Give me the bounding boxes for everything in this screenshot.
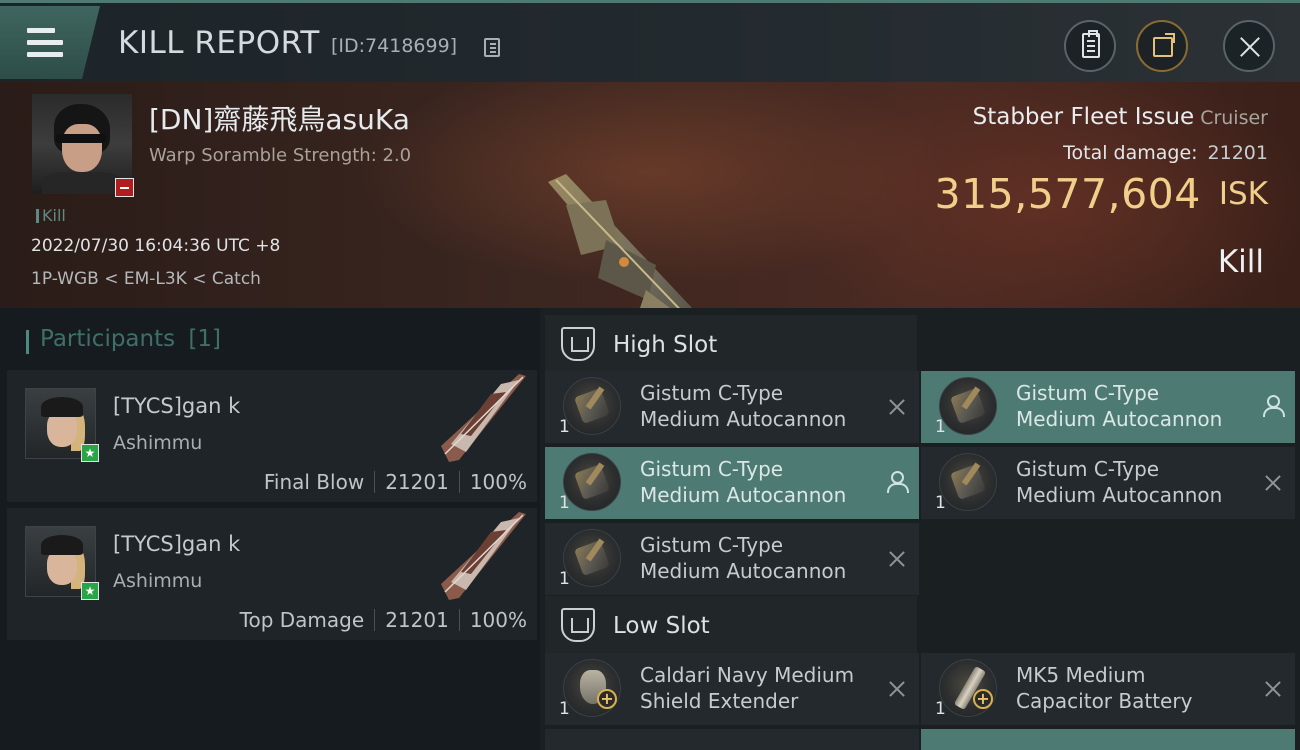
page-title: KILL REPORT [118, 25, 320, 61]
plus-icon: + [973, 689, 993, 709]
module-quantity: 1 [935, 417, 946, 437]
module-name: Gistum C-Type Medium Autocannon [640, 381, 847, 431]
participant-stats: Top Damage 21201 100% [240, 608, 527, 632]
clipboard-button[interactable] [1064, 20, 1116, 72]
module-name: Gistum C-Type Medium Autocannon [1016, 381, 1223, 431]
kill-result: Kill [1217, 244, 1264, 280]
module-quantity: 1 [935, 699, 946, 719]
high-slot-icon [561, 327, 595, 361]
menu-button[interactable] [0, 6, 100, 79]
isk-value-row: 315,577,604 ISK [935, 170, 1269, 218]
plus-icon: + [597, 689, 617, 709]
autocannon-icon [563, 453, 621, 511]
participant-damage: 21201 [385, 470, 449, 494]
total-damage-value: 21201 [1207, 142, 1268, 164]
participant-card[interactable]: ★ [TYCS]gan k Ashimmu Final Blow 21201 100… [7, 370, 537, 502]
ship-name[interactable]: Stabber Fleet Issue [973, 104, 1195, 130]
capacitor-battery-icon [939, 659, 997, 717]
participant-damage: 21201 [385, 608, 449, 632]
autocannon-icon [563, 529, 621, 587]
autocannon-icon [563, 377, 621, 435]
destroyed-icon [1263, 679, 1283, 699]
clipboard-icon [1082, 30, 1100, 58]
participant-name[interactable]: [TYCS]gan k [113, 394, 240, 418]
module-item-partial[interactable] [545, 729, 919, 750]
module-item[interactable]: 1 Gistum C-Type Medium Autocannon [545, 523, 919, 595]
copy-icon[interactable] [484, 38, 500, 57]
module-item[interactable]: 1 Gistum C-Type Medium Autocannon [545, 447, 919, 519]
module-quantity: 1 [935, 493, 946, 513]
module-name: MK5 Medium Capacitor Battery [1016, 663, 1193, 713]
participants-count: [1] [188, 326, 222, 352]
ship-class: Cruiser [1200, 107, 1268, 129]
dropped-person-icon [1263, 395, 1285, 417]
module-name: Caldari Navy Medium Shield Extender [640, 663, 855, 713]
destroyed-icon [1263, 473, 1283, 493]
ship-title: Stabber Fleet Issue Cruiser [973, 104, 1268, 130]
high-slot-label: High Slot [613, 332, 718, 358]
module-quantity: 1 [559, 417, 570, 437]
participants-panel: Participants [1] ★ [TYCS]gan k Ashimmu F… [0, 308, 540, 750]
kill-location[interactable]: 1P-WGB < EM-L3K < Catch [31, 269, 261, 289]
participant-ship-image [441, 512, 526, 600]
low-slot-icon [561, 608, 595, 642]
close-button[interactable] [1223, 20, 1275, 72]
module-name: Gistum C-Type Medium Autocannon [1016, 457, 1223, 507]
report-id: [ID:7418699] [331, 35, 458, 57]
victim-name[interactable]: [DN]齋藤飛鳥asuKa [149, 98, 410, 138]
module-item[interactable]: + 1 Caldari Navy Medium Shield Extender [545, 653, 919, 725]
low-slot-label: Low Slot [613, 613, 710, 639]
autocannon-icon [939, 377, 997, 435]
participant-percent: 100% [469, 608, 527, 632]
dropped-person-icon [887, 471, 909, 493]
shield-extender-icon [563, 659, 621, 717]
autocannon-icon [939, 453, 997, 511]
destroyed-icon [887, 549, 907, 569]
warp-scramble-strength: Warp Soramble Strength: 2.0 [149, 145, 412, 166]
module-quantity: 1 [559, 493, 570, 513]
module-item[interactable]: 1 Gistum C-Type Medium Autocannon [921, 371, 1295, 443]
participant-stats: Final Blow 21201 100% [264, 470, 527, 494]
isk-value: 315,577,604 [934, 170, 1201, 218]
kill-datetime: 2022/07/30 16:04:36 UTC +8 [31, 236, 281, 256]
star-icon: ★ [81, 444, 99, 462]
total-damage: Total damage: 21201 [1063, 142, 1268, 164]
status-badge [115, 178, 134, 197]
participant-corp: Ashimmu [113, 432, 203, 454]
participant-ship-image [441, 374, 526, 462]
participants-header: Participants [1] [26, 326, 222, 354]
participants-title: Participants [40, 326, 176, 352]
total-damage-label: Total damage: [1063, 142, 1198, 164]
module-name: Gistum C-Type Medium Autocannon [640, 457, 847, 507]
participant-corp: Ashimmu [113, 570, 203, 592]
module-name: Gistum C-Type Medium Autocannon [640, 533, 847, 583]
module-item[interactable]: + 1 MK5 Medium Capacitor Battery [921, 653, 1295, 725]
participant-percent: 100% [469, 470, 527, 494]
module-quantity: 1 [559, 699, 570, 719]
participant-role: Top Damage [239, 608, 365, 632]
star-icon: ★ [81, 582, 99, 600]
participant-name[interactable]: [TYCS]gan k [113, 532, 240, 556]
module-item[interactable]: 1 Gistum C-Type Medium Autocannon [545, 371, 919, 443]
kill-tag: Kill [36, 206, 66, 225]
participant-card[interactable]: ★ [TYCS]gan k Ashimmu Top Damage 21201 100… [7, 508, 537, 640]
participant-role: Final Blow [263, 470, 365, 494]
fitting-panel: High Slot 1 Gistum C-Type Medium Autocann… [540, 308, 1300, 750]
destroyed-icon [887, 679, 907, 699]
destroyed-icon [887, 397, 907, 417]
high-slot-header: High Slot [545, 315, 917, 373]
menu-icon [27, 28, 63, 64]
module-item[interactable]: 1 Gistum C-Type Medium Autocannon [921, 447, 1295, 519]
share-button[interactable] [1136, 20, 1188, 72]
low-slot-header: Low Slot [545, 596, 917, 654]
module-quantity: 1 [559, 569, 570, 589]
module-item-partial[interactable] [921, 729, 1295, 750]
header-bar: KILL REPORT [ID:7418699] [0, 0, 1300, 82]
isk-unit: ISK [1218, 176, 1268, 212]
